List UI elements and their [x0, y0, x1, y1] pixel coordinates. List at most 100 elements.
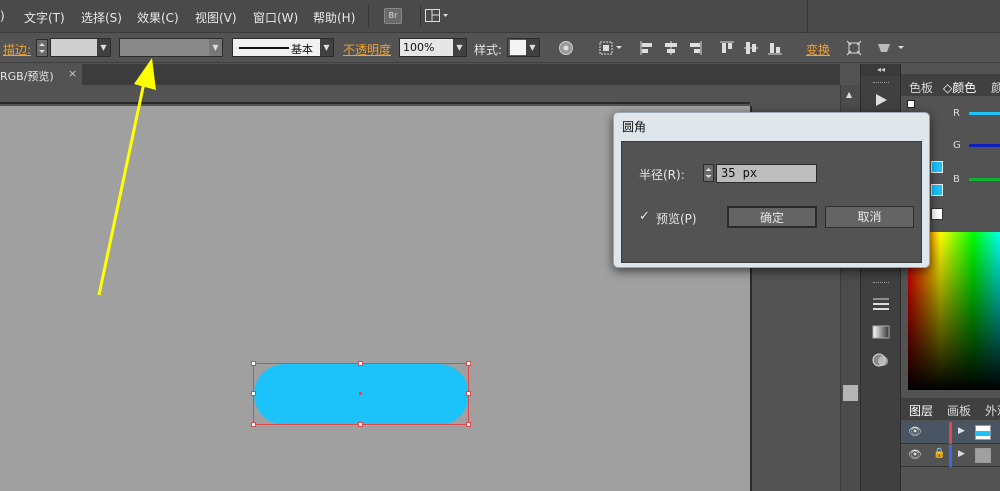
- tab-appearance[interactable]: 外观: [985, 402, 1000, 419]
- isolate-icon: [846, 40, 862, 56]
- grip-icon: [873, 282, 889, 285]
- rounded-corners-dialog: 圆角 半径(R): 35 px ✓ 预览(P) 确定 取消: [613, 112, 930, 268]
- collapse-dock-icon[interactable]: ◂◂: [861, 64, 901, 76]
- scrollbar-thumb[interactable]: [843, 385, 858, 401]
- fill-color-swatch[interactable]: [931, 161, 943, 173]
- transparency-panel-button[interactable]: [871, 352, 891, 368]
- channel-b-slider[interactable]: [969, 178, 1000, 181]
- menu-item-view[interactable]: 视图(V): [195, 9, 237, 26]
- opacity-dropdown[interactable]: 100% ▼: [399, 38, 467, 57]
- tab-layers[interactable]: 图层: [909, 402, 933, 419]
- fill-stroke-swap-icon[interactable]: [907, 100, 915, 108]
- panel-menu-button[interactable]: [876, 40, 908, 56]
- layout-icon: [425, 9, 448, 22]
- menu-item-help[interactable]: 帮助(H): [313, 9, 355, 26]
- menu-divider: [420, 5, 421, 27]
- resize-handle-top-left[interactable]: [251, 361, 256, 366]
- tab-swatches[interactable]: 色板: [909, 79, 933, 96]
- layer-row[interactable]: 👁 ▶: [901, 422, 1000, 444]
- brush-profile-dropdown[interactable]: 基本 ▼: [232, 38, 334, 57]
- radius-input[interactable]: 35 px: [716, 164, 817, 183]
- cancel-button[interactable]: 取消: [825, 206, 914, 228]
- stroke-panel-button[interactable]: [871, 296, 891, 312]
- actions-panel-button[interactable]: [871, 92, 891, 108]
- expand-arrow-icon[interactable]: ▶: [958, 449, 965, 459]
- dialog-body: 半径(R): 35 px ✓ 预览(P) 确定 取消: [621, 141, 922, 263]
- scroll-up-icon[interactable]: ▲: [846, 90, 852, 99]
- stroke-weight-stepper[interactable]: [36, 39, 48, 57]
- style-label: 样式:: [474, 43, 503, 57]
- stroke-lines-icon: [873, 298, 889, 310]
- transform-label[interactable]: 变换: [806, 41, 830, 58]
- isolate-button[interactable]: [846, 40, 862, 56]
- align-vcenter-button[interactable]: [743, 40, 759, 56]
- tab-color[interactable]: ◇颜色: [943, 79, 976, 96]
- expand-arrow-icon[interactable]: ▶: [958, 426, 965, 436]
- chevron-down-icon: ▼: [453, 39, 466, 56]
- menu-item-window[interactable]: 窗口(W): [253, 9, 298, 26]
- gradient-panel-button[interactable]: [871, 324, 891, 340]
- align-right-button[interactable]: [687, 40, 703, 56]
- white-swatch[interactable]: [931, 208, 943, 220]
- channel-r-label: R: [953, 108, 960, 119]
- channel-r-slider[interactable]: [969, 112, 1000, 115]
- recolor-artwork-button[interactable]: [558, 40, 574, 56]
- align-bottom-button[interactable]: [767, 40, 783, 56]
- transparency-icon: [872, 353, 888, 367]
- menu-bar: ) 文字(T) 选择(S) 效果(C) 视图(V) 窗口(W) 帮助(H) Br: [0, 0, 1000, 33]
- align-bottom-icon: [768, 43, 782, 55]
- graphic-style-dropdown[interactable]: ▼: [507, 38, 540, 57]
- dialog-title: 圆角: [622, 120, 647, 134]
- tab-color-guide[interactable]: 颜: [991, 79, 1000, 96]
- align-left-icon: [640, 41, 652, 55]
- gradient-icon: [872, 325, 890, 339]
- color-panel-tabs: 色板 ◇颜色 颜: [901, 74, 1000, 96]
- layer-thumbnail-fill: [976, 431, 990, 436]
- align-hcenter-button[interactable]: [663, 40, 679, 56]
- resize-handle-bottom-left[interactable]: [251, 422, 256, 427]
- document-tab[interactable]: RGB/预览) ×: [0, 64, 82, 85]
- menu-item-type[interactable]: 文字(T): [24, 9, 65, 26]
- opacity-label[interactable]: 不透明度: [343, 41, 391, 58]
- envelope-warp-icon: [878, 44, 904, 52]
- layer-thumbnail: [975, 448, 991, 463]
- radius-stepper[interactable]: [703, 164, 714, 182]
- layer-color-bar: [949, 445, 952, 467]
- menu-item-partial[interactable]: ): [0, 9, 5, 23]
- preview-checkbox[interactable]: ✓: [639, 210, 653, 224]
- bridge-button[interactable]: Br: [384, 8, 402, 24]
- channel-g-slider[interactable]: [969, 144, 1000, 147]
- align-left-button[interactable]: [639, 40, 655, 56]
- stroke-color-swatch[interactable]: [931, 184, 943, 196]
- style-swatch: [510, 40, 526, 55]
- resize-handle-bottom[interactable]: [358, 422, 363, 427]
- stroke-label[interactable]: 描边:: [3, 41, 31, 58]
- resize-handle-left[interactable]: [251, 391, 256, 396]
- eye-icon[interactable]: 👁: [908, 448, 922, 461]
- menu-divider: [807, 0, 808, 33]
- center-point: [359, 392, 362, 395]
- workspace-switcher-button[interactable]: [425, 9, 449, 23]
- resize-handle-right[interactable]: [466, 391, 471, 396]
- chevron-down-icon: ▼: [320, 39, 333, 56]
- chevron-down-icon: ▼: [209, 39, 222, 56]
- align-to-button[interactable]: [598, 40, 624, 56]
- layer-thumbnail: [975, 425, 991, 440]
- menu-item-select[interactable]: 选择(S): [81, 9, 122, 26]
- resize-handle-top[interactable]: [358, 361, 363, 366]
- play-icon: [876, 94, 887, 106]
- close-icon[interactable]: ×: [68, 67, 77, 80]
- lock-icon[interactable]: 🔒: [933, 448, 945, 459]
- align-top-icon: [720, 41, 734, 53]
- layer-row[interactable]: 👁 🔒 ▶: [901, 445, 1000, 467]
- stepper-arrows-icon: [705, 168, 712, 178]
- radius-label: 半径(R):: [639, 168, 685, 182]
- align-top-button[interactable]: [719, 40, 735, 56]
- ok-button[interactable]: 确定: [727, 206, 817, 228]
- eye-icon[interactable]: 👁: [908, 425, 922, 438]
- tab-artboards[interactable]: 画板: [947, 402, 971, 419]
- resize-handle-bottom-right[interactable]: [466, 422, 471, 427]
- resize-handle-top-right[interactable]: [466, 361, 471, 366]
- menu-item-effect[interactable]: 效果(C): [137, 9, 179, 26]
- menu-divider: [368, 5, 369, 27]
